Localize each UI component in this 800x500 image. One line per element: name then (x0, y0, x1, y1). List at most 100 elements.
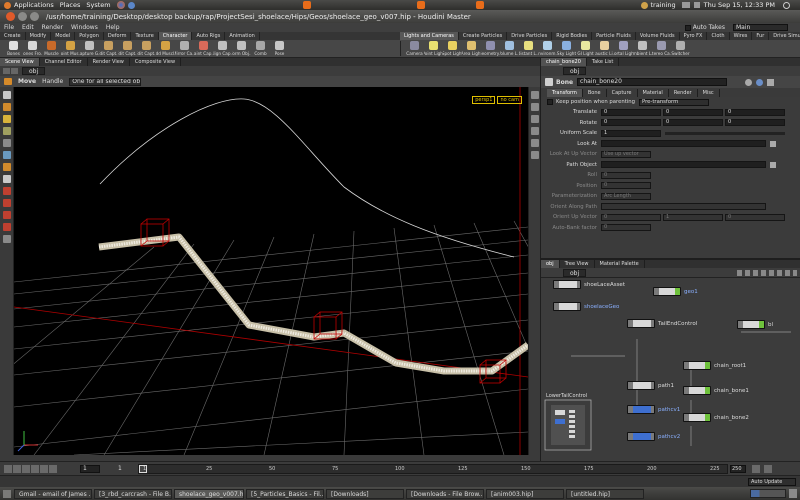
menu-windows[interactable]: Windows (71, 24, 98, 31)
select-tool-icon[interactable] (2, 91, 11, 99)
node-label[interactable]: shoeLaceAsset (584, 282, 625, 288)
workspace-switcher[interactable] (750, 489, 786, 498)
lights-tool-4[interactable]: Geometry... (481, 41, 500, 56)
audio-icon[interactable] (764, 465, 772, 473)
subtab-render[interactable]: Render (669, 88, 698, 97)
param-field[interactable]: 0 (725, 108, 785, 116)
subtab-capture[interactable]: Capture (607, 88, 638, 97)
character-tool-14[interactable]: Pose (270, 41, 289, 56)
stop-icon[interactable] (22, 464, 30, 473)
viewer-path[interactable]: obj (22, 67, 46, 75)
node-tile[interactable] (627, 405, 655, 414)
trash-icon[interactable] (789, 489, 797, 498)
shelf-tab-modify[interactable]: Modify (26, 32, 52, 40)
tab-scene-view[interactable]: Scene View (0, 58, 40, 66)
user-icon[interactable] (641, 1, 649, 9)
shelf-tab-rigid-bodies[interactable]: Rigid Bodies (552, 32, 593, 40)
param-field[interactable]: 1 (663, 213, 723, 221)
network-icon[interactable] (681, 2, 690, 8)
param-field[interactable]: 0 (601, 182, 651, 190)
param-field[interactable]: 0 (725, 213, 785, 221)
lights-tool-11[interactable]: Portal Light (614, 41, 633, 56)
node-label[interactable]: geo1 (684, 289, 698, 295)
help-icon[interactable] (756, 78, 764, 86)
grid-toggle-icon[interactable] (530, 139, 539, 147)
node-label[interactable]: chain_bone1 (714, 388, 749, 394)
camera-icon[interactable] (530, 151, 539, 159)
pose-tool-icon[interactable] (2, 115, 11, 123)
places-menu[interactable]: Places (60, 1, 81, 9)
user-name[interactable]: training (650, 1, 675, 9)
node-tile[interactable] (627, 432, 655, 441)
scale-tool-icon[interactable] (2, 163, 11, 171)
subtab-transform[interactable]: Transform (547, 88, 583, 97)
network-node[interactable]: shoelaceGeo (553, 302, 619, 311)
wireframe-icon[interactable] (530, 103, 539, 111)
network-node[interactable]: pathcv2 (627, 432, 680, 441)
handle-tool-icon[interactable] (2, 127, 11, 135)
shelf-tab-volume-fluids[interactable]: Volume Fluids (636, 32, 680, 40)
param-field[interactable] (601, 161, 766, 169)
node-label[interactable]: bl (768, 322, 773, 328)
node-tile[interactable] (737, 320, 765, 329)
tab-composite-view[interactable]: Composite View (130, 58, 182, 66)
jump-start-icon[interactable] (4, 464, 12, 473)
shoelace-geometry[interactable] (98, 233, 528, 375)
auto-update-menu[interactable]: Auto Update (748, 477, 796, 486)
character-tool-13[interactable]: Comb (251, 41, 270, 56)
lights-tool-9[interactable]: GI Light (576, 41, 595, 56)
lights-tool-6[interactable]: Distant L... (519, 41, 538, 56)
firefox-launcher-icon[interactable] (116, 1, 125, 9)
shelf-tab-particle-fluids[interactable]: Particle Fluids (592, 32, 636, 40)
maximize-window-icon[interactable] (30, 12, 39, 21)
taskbar-item[interactable]: [5_Particles_Basics - Fil... (246, 488, 324, 499)
lights-tool-2[interactable]: Spot Light (443, 41, 462, 56)
show-desktop-icon[interactable] (3, 489, 11, 498)
tab-render-view[interactable]: Render View (88, 58, 130, 66)
node-tile[interactable] (653, 287, 681, 296)
subtab-misc[interactable]: Misc (698, 88, 720, 97)
snap-tool-icon[interactable] (2, 187, 11, 195)
shelf-tab-drive-particles[interactable]: Drive Particles (507, 32, 553, 40)
display-options-icon[interactable] (530, 91, 539, 99)
shaded-icon[interactable] (530, 115, 539, 123)
param-field[interactable]: 0 (725, 119, 785, 127)
node-label[interactable]: chain_root1 (714, 363, 746, 369)
rotate-tool-icon[interactable] (2, 175, 11, 183)
network-node[interactable]: chain_root1 (683, 361, 746, 370)
tab-take-list[interactable]: Take List (587, 58, 620, 66)
tab-material-palette[interactable]: Material Palette (595, 260, 645, 268)
network-node[interactable]: chain_bone2 (683, 413, 749, 422)
character-tool-9[interactable]: Mirror Ca... (175, 41, 194, 56)
character-tool-12[interactable]: Form Obj... (232, 41, 251, 56)
node-label[interactable]: pathcv2 (658, 434, 680, 440)
param-field[interactable]: 0 (601, 213, 661, 221)
taskbar-item[interactable]: [untitled.hip] (566, 488, 644, 499)
param-field[interactable]: Use up vector (601, 150, 651, 158)
character-tool-7[interactable]: Edit Capt... (137, 41, 156, 56)
node-label[interactable]: path1 (658, 383, 674, 389)
subtab-material[interactable]: Material (638, 88, 669, 97)
node-chooser-icon[interactable] (770, 161, 776, 168)
node-tile[interactable] (553, 280, 581, 289)
param-field[interactable]: 0 (663, 108, 723, 116)
menu-edit[interactable]: Edit (22, 24, 34, 31)
snap-grid-icon[interactable] (2, 199, 11, 207)
taskbar-item[interactable]: [anim003.hip] (486, 488, 564, 499)
shelf-tab-lights-cameras[interactable]: Lights and Cameras (400, 32, 459, 40)
network-node[interactable]: pathcv1 (627, 405, 680, 414)
taskbar-item[interactable]: [3_rbd_carcrash - File B... (94, 488, 172, 499)
system-menu[interactable]: System (86, 1, 110, 9)
path-forward-icon[interactable] (11, 68, 18, 74)
network-path[interactable]: obj (563, 268, 587, 277)
houdini-launcher-icon-3[interactable] (475, 1, 484, 9)
lights-tool-0[interactable]: Camera (405, 41, 424, 56)
clock[interactable]: Thu Sep 15, 12:33 PM (704, 1, 775, 9)
param-field[interactable]: 0 (663, 119, 723, 127)
shelf-tab-wires[interactable]: Wires (730, 32, 753, 40)
applications-menu[interactable]: Applications (14, 1, 54, 9)
cam-menu[interactable]: no cam (497, 96, 522, 104)
play-icon[interactable] (31, 464, 39, 473)
node-chooser-icon[interactable] (770, 140, 776, 147)
jump-end-icon[interactable] (49, 464, 57, 473)
